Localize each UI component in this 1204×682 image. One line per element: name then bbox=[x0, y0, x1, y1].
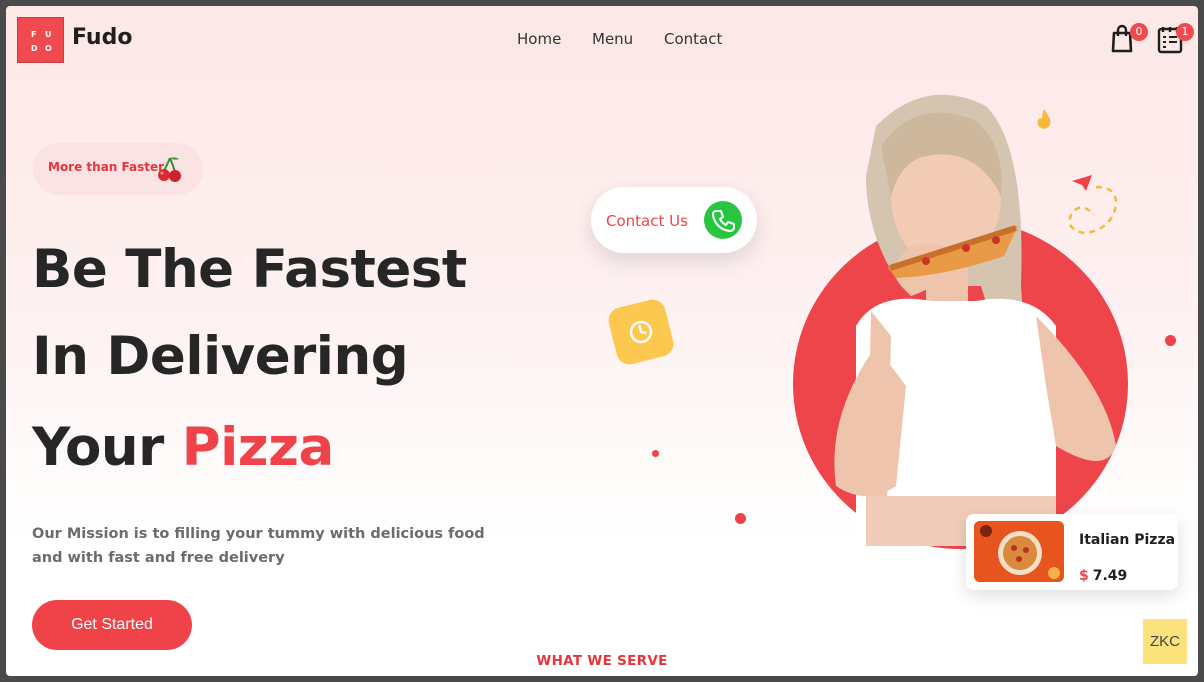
featured-product-card[interactable]: Italian Pizza $7.49 bbox=[966, 514, 1178, 590]
decor-dot bbox=[1165, 335, 1176, 346]
tagline-pill: More than Faster bbox=[33, 143, 203, 195]
logo-letter: U bbox=[45, 30, 52, 39]
contact-label: Contact Us bbox=[606, 212, 688, 230]
headline-accent: Pizza bbox=[181, 417, 334, 478]
cherry-icon bbox=[158, 157, 181, 182]
decor-dot bbox=[735, 513, 746, 524]
logo[interactable]: F U D O bbox=[17, 17, 64, 63]
price-value: 7.49 bbox=[1092, 568, 1128, 584]
currency-symbol: $ bbox=[1079, 568, 1089, 584]
watermark: ZKC bbox=[1143, 619, 1187, 664]
headline-prefix: Your bbox=[32, 417, 164, 478]
clock-icon bbox=[605, 296, 677, 368]
product-name: Italian Pizza bbox=[1079, 532, 1176, 548]
page-frame: F U D O Fudo Home Menu Contact 0 1 More … bbox=[6, 6, 1198, 676]
logo-letter: D bbox=[31, 44, 38, 53]
headline-line-2: In Delivering bbox=[32, 326, 409, 387]
logo-letter: F bbox=[31, 30, 37, 39]
headline-line-3: Your Pizza bbox=[32, 417, 334, 478]
section-label: WHAT WE SERVE bbox=[536, 653, 668, 669]
cart-button[interactable]: 0 bbox=[1110, 23, 1148, 54]
orders-button[interactable]: 1 bbox=[1156, 23, 1194, 54]
mission-text: Our Mission is to filling your tummy wit… bbox=[32, 526, 485, 566]
orders-count-badge: 1 bbox=[1176, 23, 1194, 41]
pizza-image bbox=[974, 521, 1064, 582]
headline-line-1: Be The Fastest bbox=[32, 239, 467, 300]
brand-name[interactable]: Fudo bbox=[72, 25, 132, 50]
logo-letter: O bbox=[45, 44, 52, 53]
get-started-button[interactable]: Get Started bbox=[32, 600, 192, 650]
cart-count-badge: 0 bbox=[1130, 23, 1148, 41]
nav-home[interactable]: Home bbox=[517, 30, 561, 48]
nav-contact[interactable]: Contact bbox=[664, 30, 722, 48]
contact-us-button[interactable]: Contact Us bbox=[591, 187, 757, 253]
product-price: $7.49 bbox=[1079, 568, 1127, 584]
tagline-text: More than Faster bbox=[48, 160, 165, 174]
nav-menu[interactable]: Menu bbox=[592, 30, 633, 48]
decor-dot bbox=[652, 450, 659, 457]
phone-icon bbox=[704, 201, 742, 239]
hero-photo bbox=[834, 94, 1116, 546]
